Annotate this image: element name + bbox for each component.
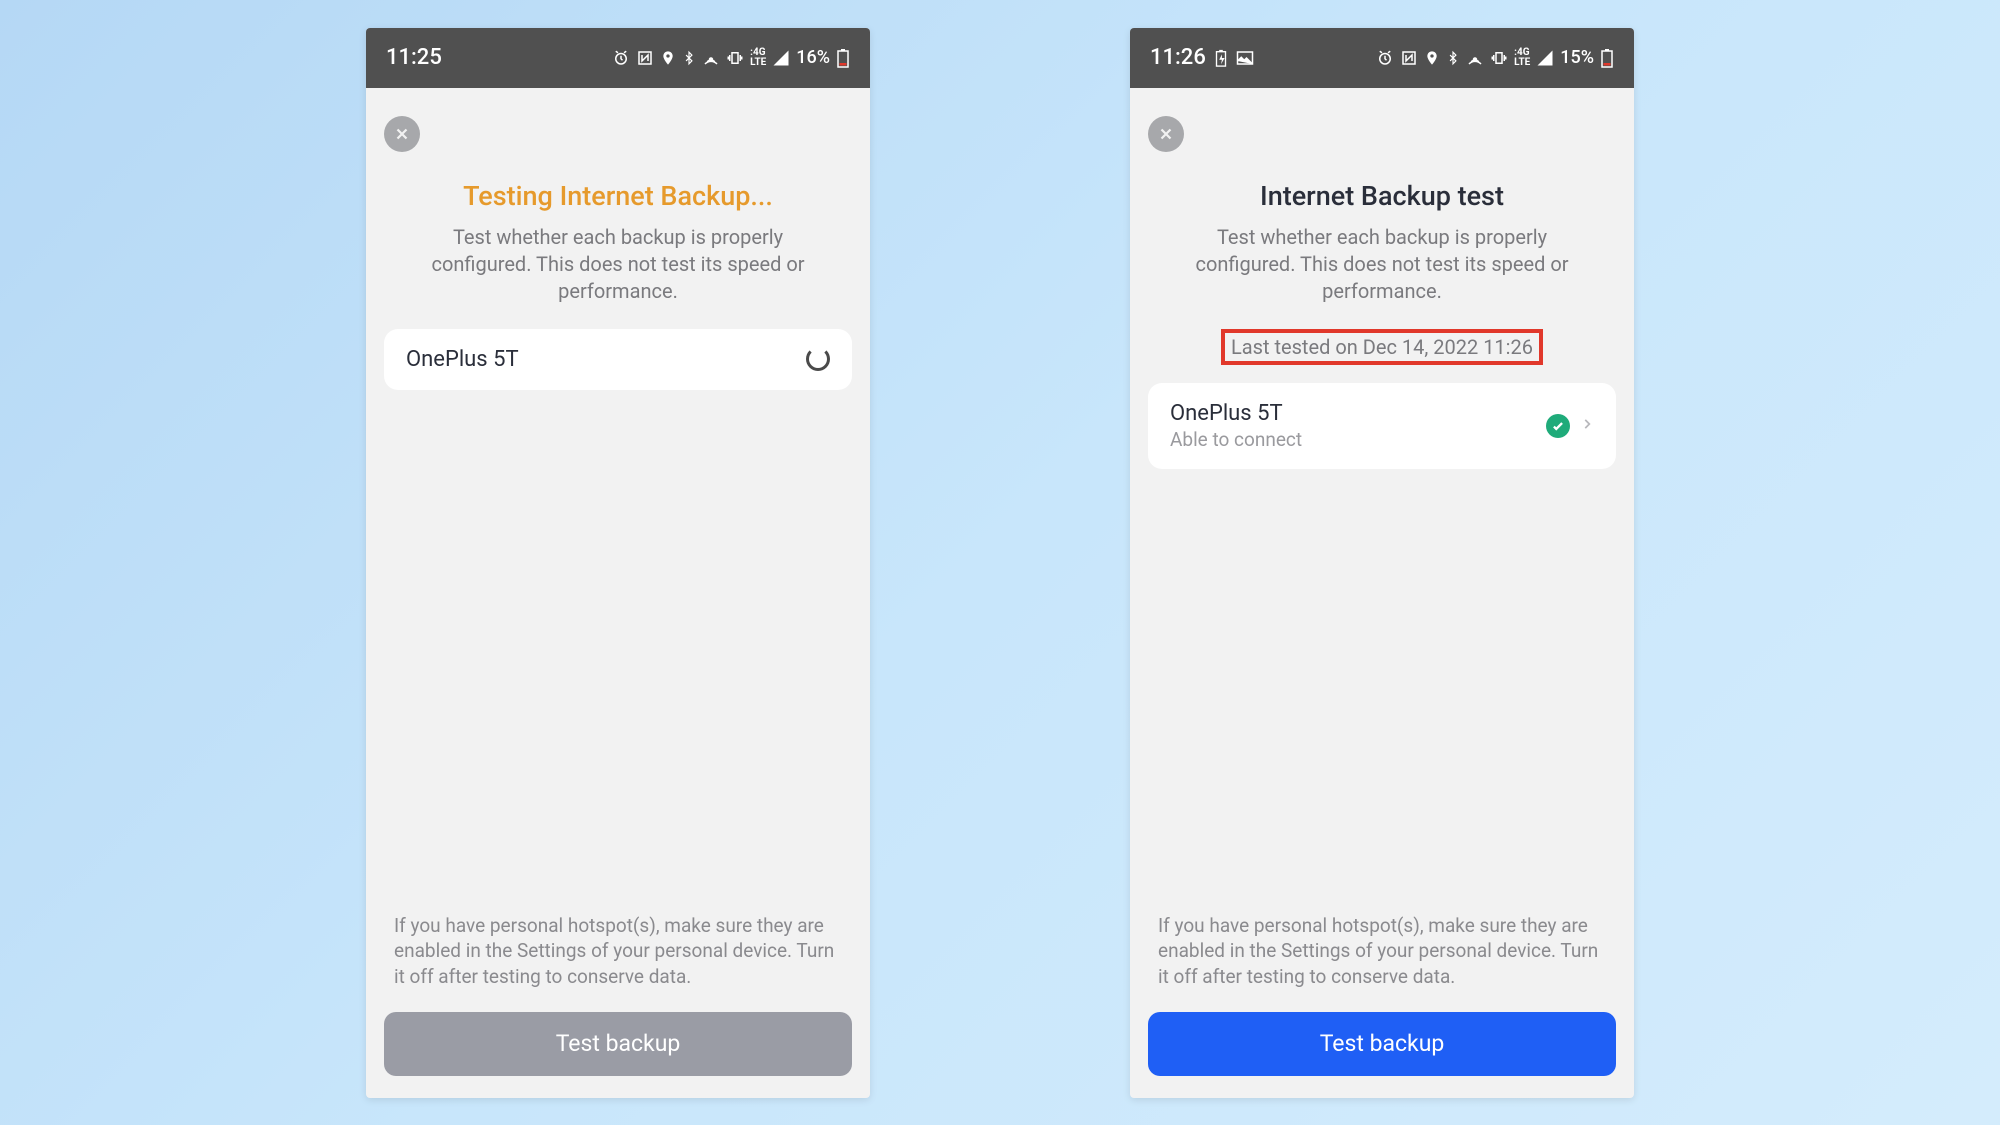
hotspot-icon	[1466, 49, 1484, 67]
lte-icon: :4GLTE	[1514, 48, 1530, 68]
bluetooth-icon	[682, 49, 696, 67]
page-subtitle: Test whether each backup is properly con…	[1148, 224, 1616, 305]
page-title: Testing Internet Backup...	[384, 180, 852, 212]
test-backup-button[interactable]: Test backup	[1148, 1012, 1616, 1076]
signal-icon	[772, 49, 790, 67]
page-subtitle: Test whether each backup is properly con…	[384, 224, 852, 305]
close-icon	[393, 125, 411, 143]
location-icon	[1424, 49, 1440, 67]
vibrate-icon	[1490, 49, 1508, 67]
battery-percent: 15%	[1560, 47, 1594, 68]
test-backup-label: Test backup	[556, 1030, 681, 1057]
nfc-icon	[1400, 49, 1418, 67]
location-icon	[660, 49, 676, 67]
battery-percent: 16%	[796, 47, 830, 68]
status-icons: :4GLTE 16%	[612, 47, 850, 68]
charging-icon	[1214, 49, 1228, 67]
status-bar: 11:26 :4GLTE 15%	[1130, 28, 1634, 88]
backup-card[interactable]: OnePlus 5T	[384, 329, 852, 390]
status-icons: :4GLTE 15%	[1376, 47, 1614, 68]
hotspot-icon	[702, 49, 720, 67]
close-button[interactable]	[1148, 116, 1184, 152]
loading-spinner-icon	[806, 347, 830, 371]
backup-status: Able to connect	[1170, 428, 1302, 451]
bluetooth-icon	[1446, 49, 1460, 67]
battery-icon	[836, 48, 850, 68]
signal-icon	[1536, 49, 1554, 67]
image-icon	[1236, 50, 1254, 66]
alarm-icon	[1376, 49, 1394, 67]
phone-left: 11:25 :4GLTE 16% Testing Internet Backup…	[366, 28, 870, 1098]
backup-name: OnePlus 5T	[406, 347, 519, 372]
status-bar: 11:25 :4GLTE 16%	[366, 28, 870, 88]
close-icon	[1157, 125, 1175, 143]
test-backup-label: Test backup	[1320, 1030, 1445, 1057]
battery-icon	[1600, 48, 1614, 68]
backup-card[interactable]: OnePlus 5T Able to connect	[1148, 383, 1616, 469]
success-check-icon	[1546, 414, 1570, 438]
status-time: 11:25	[386, 45, 442, 70]
page-title: Internet Backup test	[1148, 180, 1616, 212]
footer-note: If you have personal hotspot(s), make su…	[1148, 913, 1616, 990]
close-button[interactable]	[384, 116, 420, 152]
alarm-icon	[612, 49, 630, 67]
chevron-right-icon	[1580, 414, 1594, 438]
status-time: 11:26	[1150, 45, 1206, 70]
backup-name: OnePlus 5T	[1170, 401, 1302, 426]
footer-note: If you have personal hotspot(s), make su…	[384, 913, 852, 990]
last-tested-label: Last tested on Dec 14, 2022 11:26	[1221, 329, 1543, 365]
vibrate-icon	[726, 49, 744, 67]
nfc-icon	[636, 49, 654, 67]
lte-icon: :4GLTE	[750, 48, 766, 68]
test-backup-button[interactable]: Test backup	[384, 1012, 852, 1076]
phone-right: 11:26 :4GLTE 15% Internet Backup test Te…	[1130, 28, 1634, 1098]
